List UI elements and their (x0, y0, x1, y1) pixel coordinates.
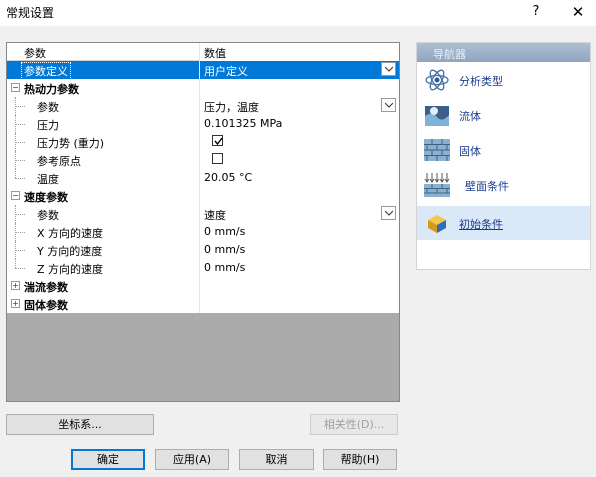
header-value: 数值 (204, 47, 226, 60)
grid-header: 参数 数值 (7, 43, 399, 62)
help-button[interactable]: 帮助(H) (323, 449, 397, 470)
property-grid: 参数 数值 参数定义 用户定义 − 热动力参数 参数 压力，温度 压力 0.10… (6, 42, 400, 402)
row-label: 压力 (37, 119, 59, 132)
dependency-button[interactable]: 相关性(D)... (310, 414, 398, 435)
group-label: 速度参数 (24, 191, 68, 204)
navigator-panel: 导航器 分析类型 流体 固体 壁面条件 初始条件 (416, 42, 591, 270)
chevron-down-icon[interactable] (381, 62, 396, 76)
nav-label: 流体 (459, 110, 481, 123)
row-label: 参数定义 (21, 62, 71, 80)
row-value: 20.05 °C (204, 171, 253, 184)
group-turbulence[interactable]: + 湍流参数 (7, 277, 399, 295)
row-pressure-potential[interactable]: 压力势 (重力) (7, 133, 399, 151)
group-label: 热动力参数 (24, 83, 79, 96)
apply-button[interactable]: 应用(A) (155, 449, 229, 470)
group-thermodynamic[interactable]: − 热动力参数 (7, 79, 399, 97)
analysis-type-icon (423, 67, 451, 93)
nav-label: 初始条件 (459, 218, 503, 231)
row-value: 用户定义 (204, 65, 248, 78)
nav-label: 壁面条件 (465, 180, 509, 193)
group-solid[interactable]: + 固体参数 (7, 295, 399, 313)
chevron-down-icon[interactable] (381, 98, 396, 112)
coordinate-system-button[interactable]: 坐标系... (6, 414, 154, 435)
expand-icon[interactable]: + (11, 281, 20, 290)
nav-item-analysis-type[interactable]: 分析类型 (417, 63, 590, 97)
row-label: 压力势 (重力) (37, 137, 105, 150)
cancel-button[interactable]: 取消 (239, 449, 314, 470)
row-label: 参数 (37, 209, 59, 222)
fluid-icon (423, 102, 451, 128)
row-label: Z 方向的速度 (37, 263, 104, 276)
wall-condition-icon (423, 172, 451, 198)
title-bar: 常规设置 ? ✕ (0, 0, 596, 26)
row-velocity-parameter[interactable]: 参数 速度 (7, 205, 399, 223)
row-value: 0 mm/s (204, 243, 246, 256)
window-title: 常规设置 (6, 6, 55, 20)
nav-item-wall-condition[interactable]: 壁面条件 (417, 168, 590, 202)
row-label: Y 方向的速度 (37, 245, 103, 258)
nav-label: 固体 (459, 145, 481, 158)
navigator-title: 导航器 (433, 48, 466, 61)
collapse-icon[interactable]: − (11, 83, 20, 92)
row-value: 速度 (204, 209, 226, 222)
row-velocity-z[interactable]: Z 方向的速度 0 mm/s (7, 259, 399, 277)
pressure-potential-checkbox[interactable] (212, 135, 223, 146)
help-title-button[interactable]: ? (527, 3, 545, 21)
nav-item-fluid[interactable]: 流体 (417, 98, 590, 132)
solid-icon (423, 137, 451, 163)
row-temperature[interactable]: 温度 20.05 °C (7, 169, 399, 187)
row-value: 压力，温度 (204, 101, 259, 114)
row-velocity-x[interactable]: X 方向的速度 0 mm/s (7, 223, 399, 241)
group-velocity[interactable]: − 速度参数 (7, 187, 399, 205)
row-value: 0 mm/s (204, 225, 246, 238)
header-name: 参数 (24, 47, 46, 60)
row-value: 0 mm/s (204, 261, 246, 274)
row-thermo-parameter[interactable]: 参数 压力，温度 (7, 97, 399, 115)
chevron-down-icon[interactable] (381, 206, 396, 220)
row-reference-origin[interactable]: 参考原点 (7, 151, 399, 169)
row-velocity-y[interactable]: Y 方向的速度 0 mm/s (7, 241, 399, 259)
row-pressure[interactable]: 压力 0.101325 MPa (7, 115, 399, 133)
row-value: 0.101325 MPa (204, 117, 283, 130)
navigator-header: 导航器 (417, 43, 590, 62)
group-label: 湍流参数 (24, 281, 68, 294)
collapse-icon[interactable]: − (11, 191, 20, 200)
initial-condition-icon (423, 210, 451, 236)
nav-item-solid[interactable]: 固体 (417, 133, 590, 167)
expand-icon[interactable]: + (11, 299, 20, 308)
row-label: X 方向的速度 (37, 227, 104, 240)
row-label: 参数 (37, 101, 59, 114)
reference-origin-checkbox[interactable] (212, 153, 223, 164)
nav-item-initial-condition[interactable]: 初始条件 (417, 206, 590, 240)
row-label: 参考原点 (37, 155, 81, 168)
row-parameter-definition[interactable]: 参数定义 用户定义 (7, 61, 399, 80)
close-button[interactable]: ✕ (568, 2, 588, 22)
row-label: 温度 (37, 173, 59, 186)
ok-button[interactable]: 确定 (71, 449, 145, 470)
group-label: 固体参数 (24, 299, 68, 312)
nav-label: 分析类型 (459, 75, 503, 88)
